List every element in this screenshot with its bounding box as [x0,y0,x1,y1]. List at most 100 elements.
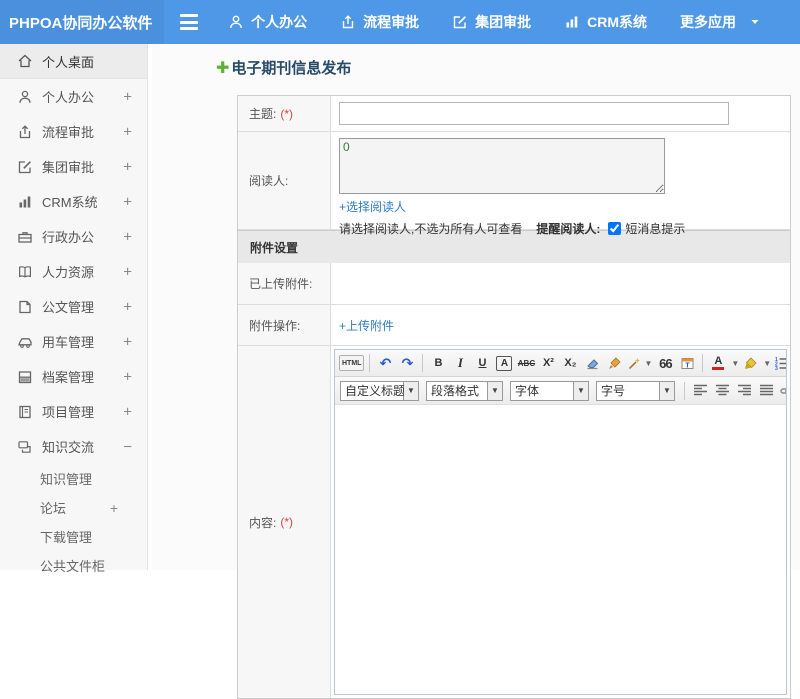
remind-readers-label: 提醒阅读人: [536,222,601,236]
format-brush-icon[interactable] [604,353,624,374]
flow-icon [19,124,31,138]
caret-down-icon[interactable]: ▼ [660,380,675,401]
underline-button[interactable]: U [472,353,492,374]
nav-personal-office[interactable]: 个人办公 [228,12,307,32]
caret-down-icon: ▼ [644,358,653,368]
html-source-button[interactable]: HTML [339,355,365,371]
highlight-pen-icon[interactable] [740,353,760,374]
caret-down-icon[interactable]: ▼ [763,359,771,368]
nav-workflow-approval[interactable]: 流程审批 [340,12,419,32]
upload-attachment-link[interactable]: +上传附件 [339,317,394,334]
sidebar-subitem-forum[interactable]: 论坛 + [0,493,147,522]
sidebar-item-vehicle-mgmt[interactable]: 用车管理 + [0,324,147,359]
sidebar-item-archive-mgmt[interactable]: 档案管理 + [0,359,147,394]
expand-icon[interactable]: + [123,298,132,315]
sidebar-subitem-knowledge-mgmt[interactable]: 知识管理 [0,464,147,493]
page-title: ✚ 电子期刊信息发布 [216,59,352,78]
user-icon [19,90,31,103]
sidebar-subitem-public-cabinet[interactable]: 公共文件柜 [0,551,147,580]
sidebar-item-group-approval[interactable]: 集团审批 + [0,149,147,184]
align-right-icon[interactable] [734,380,754,401]
ordered-list-icon[interactable]: 123 [772,353,786,374]
italic-button[interactable]: I [450,353,470,374]
main-content: ✚ 电子期刊信息发布 主题: (*) 阅读人: 0 +选择阅读人 请选择阅读人,… [152,44,800,699]
caret-down-icon[interactable]: ▼ [488,380,503,401]
sms-label: 短消息提示 [625,222,686,236]
expand-icon[interactable]: + [123,333,132,350]
required-mark: (*) [280,106,294,121]
bold-button[interactable]: B [428,353,448,374]
caret-down-icon[interactable]: ▼ [731,359,739,368]
redo-icon[interactable]: ↷ [397,353,417,374]
sidebar-item-personal-office[interactable]: 个人办公 + [0,79,147,114]
blockquote-button[interactable]: 66 [655,353,675,374]
superscript-button[interactable]: X² [538,353,558,374]
expand-icon[interactable]: + [123,88,132,105]
editor-toolbar-row2: 自定义标题 ▼ 段落格式 ▼ 字体 ▼ 字号 ▼ [335,377,786,405]
bar-chart-icon [19,196,31,207]
eraser-icon[interactable] [582,353,602,374]
font-color-button[interactable]: A [708,353,728,374]
expand-icon[interactable]: + [123,263,132,280]
readers-hint: 请选择阅读人,不选为所有人可查看 [339,222,523,236]
subject-label: 主题: [249,107,277,121]
editor-content-area[interactable] [335,405,786,694]
sidebar-item-document-mgmt[interactable]: 公文管理 + [0,289,147,324]
select-readers-link[interactable]: +选择阅读人 [339,198,406,215]
required-mark: (*) [280,515,294,529]
expand-icon[interactable]: + [110,500,118,516]
caret-down-icon[interactable]: ▼ [404,380,419,401]
sidebar-item-hr[interactable]: 人力资源 + [0,254,147,289]
caret-down-icon[interactable]: ▼ [574,380,589,401]
insert-link-icon[interactable] [778,380,786,401]
sms-checkbox[interactable] [608,222,622,235]
align-left-icon[interactable] [690,380,710,401]
expand-icon[interactable]: + [123,228,132,245]
nav-more-apps[interactable]: 更多应用 [680,12,767,32]
sidebar-item-admin-office[interactable]: 行政办公 + [0,219,147,254]
sidebar-subitem-download-mgmt[interactable]: 下载管理 [0,522,147,551]
menu-icon[interactable] [179,14,198,30]
app-title: PHPOA协同办公软件 [0,0,164,44]
svg-text:T: T [685,362,690,369]
autotypeset-wand-icon[interactable]: ▼ [626,353,653,374]
plus-icon: ✚ [216,59,230,77]
custom-title-select[interactable]: 自定义标题 ▼ [340,380,419,401]
sidebar-item-project-mgmt[interactable]: 项目管理 + [0,394,147,429]
collapse-icon[interactable]: − [123,438,132,455]
strikethrough-button[interactable]: ABC [516,353,536,374]
sidebar-item-desktop[interactable]: 个人桌面 [0,44,147,79]
caret-down-icon [751,20,759,24]
align-justify-icon[interactable] [756,380,776,401]
readers-textarea[interactable]: 0 [339,138,665,194]
nav-group-approval[interactable]: 集团审批 [452,12,531,32]
expand-icon[interactable]: + [123,123,132,140]
publish-form: 主题: (*) 阅读人: 0 +选择阅读人 请选择阅读人,不选为所有人可查看 提… [237,95,791,699]
sidebar-item-knowledge-exchange[interactable]: 知识交流 − [0,429,147,464]
rich-text-editor: HTML ↶ ↷ B I U A ABC X² X₂ ▼ 66 T A ▼ ▼ … [334,349,787,695]
subject-input[interactable] [339,102,729,125]
subscript-button[interactable]: X₂ [560,353,580,374]
chat-icon [18,440,31,453]
sidebar-item-workflow-approval[interactable]: 流程审批 + [0,114,147,149]
undo-icon[interactable]: ↶ [375,353,395,374]
svg-text:3: 3 [775,366,778,370]
font-family-select[interactable]: 字体 ▼ [510,380,589,401]
expand-icon[interactable]: + [123,158,132,175]
align-center-icon[interactable] [712,380,732,401]
font-size-select[interactable]: 字号 ▼ [596,380,675,401]
nav-crm[interactable]: CRM系统 [564,12,647,32]
paragraph-format-select[interactable]: 段落格式 ▼ [426,380,503,401]
notebook-icon [19,405,31,418]
expand-icon[interactable]: + [123,193,132,210]
expand-icon[interactable]: + [123,368,132,385]
document-icon [19,300,31,313]
attachment-op-row: 附件操作: +上传附件 [238,305,790,346]
top-nav: 个人办公 流程审批 集团审批 CRM系统 更多应用 [228,12,800,32]
font-style-button[interactable]: A [496,355,513,371]
sidebar-item-crm[interactable]: CRM系统 + [0,184,147,219]
home-icon [18,54,32,68]
briefcase-icon [18,231,32,243]
expand-icon[interactable]: + [123,403,132,420]
table-icon[interactable]: T [677,353,697,374]
